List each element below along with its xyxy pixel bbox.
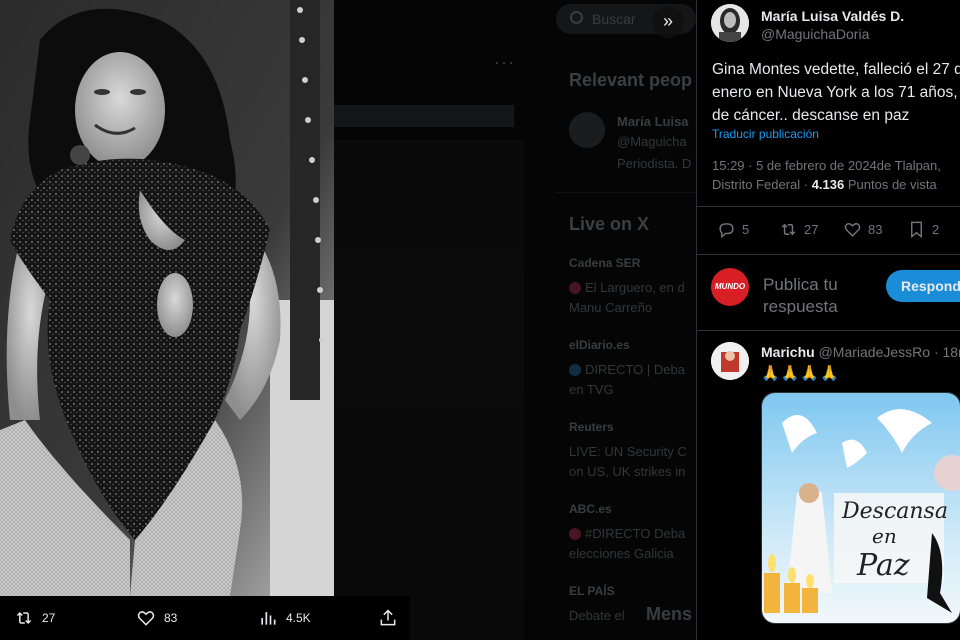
views-button[interactable]: 4.5K [258,608,311,628]
relevant-handle[interactable]: @Maguicha [617,134,687,149]
relevant-avatar[interactable] [569,112,605,148]
live-item[interactable]: EL PAÍS [569,584,615,598]
live-item-text[interactable]: LIVE: UN Security C [569,444,687,459]
reply-button[interactable]: Responder [886,270,960,302]
image-text: Paz [856,548,910,583]
relevant-people-title: Relevant peop [569,70,693,90]
divider [556,192,696,193]
messages-drawer[interactable]: Mens [646,604,692,625]
tweet-stats: 5 27 83 2 [697,220,960,242]
live-title: Live on X [569,214,650,234]
condolence-image: Descansa en Paz [762,393,960,623]
reply-input[interactable]: Publica tu respuesta [763,274,873,314]
reply-author-handle[interactable]: @MariadeJessRo · 18m [819,344,960,360]
retweet-stat[interactable]: 27 [779,220,818,239]
live-item-text[interactable]: DIRECTO | Deba [569,362,685,377]
reply-stat[interactable]: 5 [717,220,749,239]
bookmark-stat[interactable]: 2 [907,220,939,239]
image-text: en [872,524,897,548]
tweet-text: Gina Montes vedette, falleció el 27 de e… [712,61,960,124]
background-timeline: Buscar ··· Relevant peop María Luisa @Ma… [334,0,696,640]
reply-icon [719,223,734,239]
like-button[interactable]: 83 [136,608,177,628]
author-name[interactable]: María Luisa Valdés D. [761,8,904,24]
divider [697,330,960,331]
live-item-text[interactable]: El Larguero, en d [569,280,685,295]
live-item[interactable]: elDiario.es [569,338,630,352]
photo-image [0,0,334,596]
retweet-icon [16,611,32,625]
translate-link[interactable]: Traducir publicación [712,127,819,141]
expand-icon[interactable]: » [652,6,684,38]
relevant-bio: Periodista. D [617,156,692,171]
analytics-icon [261,612,276,625]
views-label: Puntos de vista [844,177,937,192]
retweet-button[interactable]: 27 [14,608,55,628]
author-avatar[interactable] [711,4,749,42]
reply-author-name[interactable]: Marichu [761,344,815,360]
live-item-text[interactable]: #DIRECTO Deba [569,526,685,541]
live-item[interactable]: Reuters [569,420,614,434]
reply-image[interactable]: Descansa en Paz [761,392,960,624]
live-item[interactable]: Cadena SER [569,256,640,270]
divider [697,206,960,207]
author-handle[interactable]: @MaguichaDoria [761,26,869,42]
retweet-icon [781,223,796,236]
heart-icon [844,223,861,237]
reply-author[interactable]: Marichu @MariadeJessRo · 18m [761,344,960,360]
share-button[interactable] [378,608,398,628]
composer-avatar[interactable]: MUNDO [711,268,749,306]
divider [697,254,960,255]
bookmark-icon [911,221,922,239]
live-item-text[interactable]: Manu Carreño [569,300,652,315]
reply-author-avatar[interactable] [711,342,749,380]
tweet-panel: María Luisa Valdés D. @MaguichaDoria Gin… [696,0,960,640]
share-icon [380,609,396,626]
dimmed-bar [334,105,514,127]
live-item[interactable]: ABC.es [569,502,612,516]
dimmed-feed [334,140,524,640]
media-photo[interactable] [0,0,334,596]
views-count: 4.136 [811,177,845,192]
tweet-meta: 15:29 · 5 de febrero de 2024de Tlalpan, … [712,156,960,194]
heart-icon [137,611,155,626]
live-item-text[interactable]: on US, UK strikes in [569,464,685,479]
like-stat[interactable]: 83 [843,220,882,239]
live-item-text[interactable]: Debate el [569,608,625,623]
reply-text: 🙏🙏🙏🙏 [761,365,840,382]
image-text: Descansa [841,499,948,524]
search-icon [570,11,583,24]
more-icon[interactable]: ··· [494,52,515,73]
photo-action-bar: 27 83 4.5K [0,596,410,640]
live-item-text[interactable]: elecciones Galicia [569,546,674,561]
relevant-name[interactable]: María Luisa [617,114,689,129]
live-item-text[interactable]: en TVG [569,382,614,397]
